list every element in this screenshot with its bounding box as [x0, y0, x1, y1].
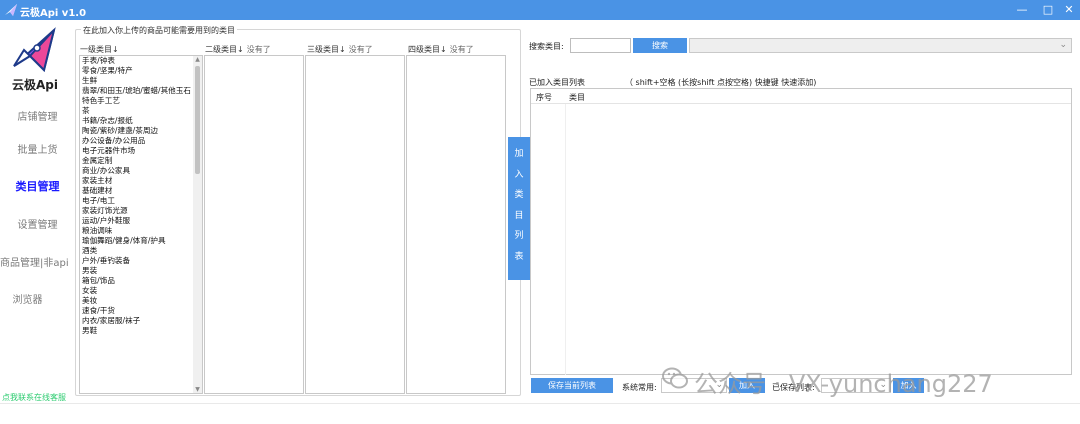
add-button-char: 目 [514, 210, 524, 221]
list-item[interactable]: 零食/坚果/特产 [80, 66, 193, 76]
level4-header: 四级类目↓ 没有了 [408, 44, 474, 55]
list-item[interactable]: 家装主材 [80, 176, 193, 186]
list-item[interactable]: 金属定制 [80, 156, 193, 166]
list-item[interactable]: 箱包/饰品 [80, 276, 193, 286]
level1-scrollbar[interactable]: ▲ ▼ [193, 56, 202, 393]
list-item[interactable]: 陶瓷/紫砂/建盏/茶周边 [80, 126, 193, 136]
list-item[interactable]: 特色手工艺 [80, 96, 193, 106]
sidebar-item-category[interactable]: 类目管理 [0, 178, 75, 194]
search-result-dropdown[interactable]: ⌄ [689, 38, 1072, 53]
window-title: 云极Api v1.0 [20, 8, 87, 19]
list-item[interactable]: 书籍/杂志/报纸 [80, 116, 193, 126]
level4-list[interactable] [406, 55, 506, 394]
level3-header-label: 三级类目↓ [307, 45, 346, 54]
list-item[interactable]: 内衣/家居服/袜子 [80, 316, 193, 326]
sidebar-item-browser[interactable]: 浏览器 [0, 291, 65, 306]
list-item[interactable]: 瑜伽舞蹈/健身/体育/护具 [80, 236, 193, 246]
close-button[interactable]: ✕ [1061, 2, 1077, 18]
level4-header-label: 四级类目↓ [408, 45, 447, 54]
list-item[interactable]: 酒类 [80, 246, 193, 256]
list-item[interactable]: 手表/钟表 [80, 56, 193, 66]
level1-header: 一级类目↓ [80, 44, 119, 55]
brand-logo-icon [13, 27, 56, 72]
level2-none-text: 没有了 [246, 45, 271, 54]
sidebar: 云极Api 店铺管理 批量上货 类目管理 设置管理 商品管理|非api 浏览器 … [0, 20, 75, 424]
wechat-icon [662, 367, 688, 389]
watermark-text: 公众号 · VX-yunchang227 [694, 370, 993, 398]
list-item[interactable]: 电子元器件市场 [80, 146, 193, 156]
level2-header: 二级类目↓ 没有了 [205, 44, 271, 55]
level1-items: 手表/钟表 零食/坚果/特产 生鲜 翡翠/和田玉/琥珀/蜜蜡/其他玉石 特色手工艺茶书籍… [80, 56, 202, 336]
level3-header: 三级类目↓ 没有了 [307, 44, 373, 55]
add-button-char: 表 [514, 251, 524, 262]
contact-support-link[interactable]: 点我联系在线客服 [2, 392, 66, 403]
title-bar: 云极Api v1.0 — □ ✕ [0, 0, 1080, 20]
list-item[interactable]: 茶 [80, 106, 193, 116]
level3-list[interactable] [305, 55, 405, 394]
shortcut-hint: （ shift+空格 (长按shift 点按空格) 快捷键 快速添加) [625, 78, 817, 87]
list-item[interactable]: 男鞋 [80, 326, 193, 336]
list-item[interactable]: 粮油调味 [80, 226, 193, 236]
scroll-up-icon[interactable]: ▲ [193, 56, 202, 63]
scroll-thumb[interactable] [195, 66, 200, 174]
header-divider [531, 103, 1071, 104]
level2-header-label: 二级类目↓ [205, 45, 244, 54]
search-input[interactable] [570, 38, 631, 53]
level1-list[interactable]: 手表/钟表 零食/坚果/特产 生鲜 翡翠/和田玉/琥珀/蜜蜡/其他玉石 特色手工艺茶书籍… [79, 55, 203, 394]
add-button-char: 列 [514, 231, 524, 241]
brand-name: 云极Api [12, 78, 58, 92]
add-button-char: 入 [514, 169, 524, 180]
column-divider [565, 104, 566, 375]
sidebar-item-product-non-api[interactable]: 商品管理|非api [0, 254, 75, 269]
level3-none-text: 没有了 [348, 45, 373, 54]
add-to-category-list-button[interactable]: 加入类目列表 [508, 137, 530, 280]
column-header-index[interactable]: 序号 [536, 92, 552, 103]
sidebar-item-settings[interactable]: 设置管理 [0, 216, 75, 231]
maximize-button[interactable]: □ [1040, 2, 1056, 18]
status-divider [0, 403, 1080, 404]
list-item[interactable]: 户外/垂钓装备 [80, 256, 193, 266]
list-item[interactable]: 速食/干货 [80, 306, 193, 316]
add-button-char: 加 [514, 149, 524, 159]
list-item[interactable]: 运动/户外鞋服 [80, 216, 193, 226]
list-item[interactable]: 女装 [80, 286, 193, 296]
system-common-label: 系统常用: [622, 383, 657, 392]
minimize-button[interactable]: — [1014, 2, 1030, 18]
level4-none-text: 没有了 [449, 45, 474, 54]
group-title: 在此加入你上传的商品可能需要用到的类目 [81, 25, 237, 36]
added-list-label: 已加入类目列表 [529, 78, 585, 87]
list-item[interactable]: 男装 [80, 266, 193, 276]
chevron-down-icon[interactable]: ⌄ [1059, 40, 1067, 50]
added-category-table[interactable]: 序号 类目 [530, 88, 1072, 375]
sidebar-item-bulk-upload[interactable]: 批量上货 [0, 141, 75, 156]
add-button-char: 类 [514, 190, 524, 200]
list-item[interactable]: 美妆 [80, 296, 193, 306]
sidebar-item-store[interactable]: 店铺管理 [0, 108, 75, 123]
column-header-category[interactable]: 类目 [569, 92, 585, 103]
list-item[interactable]: 家装灯饰光源 [80, 206, 193, 216]
search-button[interactable]: 搜索 [633, 38, 687, 53]
save-list-button[interactable]: 保存当前列表 [531, 378, 613, 393]
level2-list[interactable] [204, 55, 304, 394]
list-item[interactable]: 生鲜 [80, 76, 193, 86]
list-item[interactable]: 商业/办公家具 [80, 166, 193, 176]
list-item[interactable]: 电子/电工 [80, 196, 193, 206]
scroll-down-icon[interactable]: ▼ [193, 386, 202, 393]
app-logo-icon [5, 4, 17, 16]
list-item[interactable]: 办公设备/办公用品 [80, 136, 193, 146]
list-item[interactable]: 基础建材 [80, 186, 193, 196]
level1-header-label: 一级类目↓ [80, 45, 119, 54]
search-label: 搜索类目: [529, 42, 564, 51]
list-item[interactable]: 翡翠/和田玉/琥珀/蜜蜡/其他玉石 [80, 86, 193, 96]
